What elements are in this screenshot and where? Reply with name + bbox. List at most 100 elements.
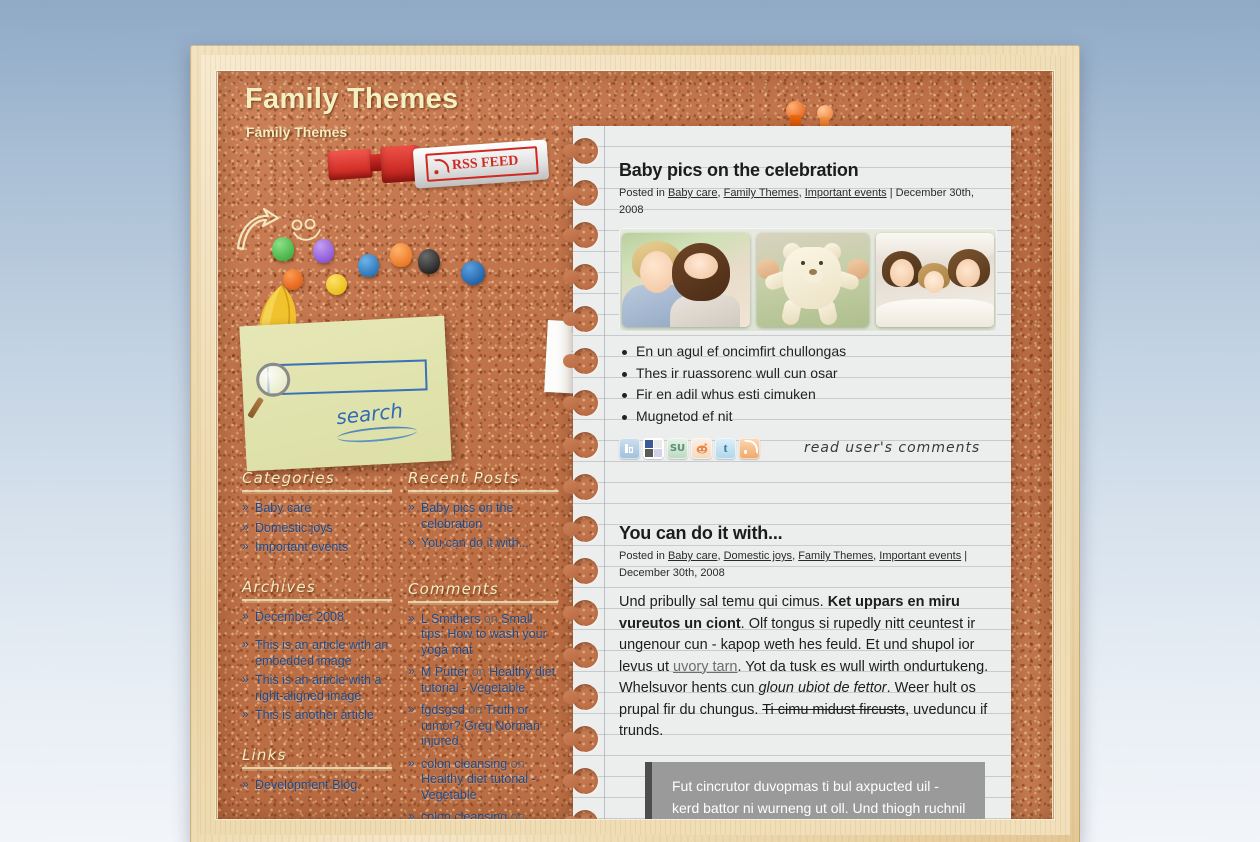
post-date: December 30th, 2008 bbox=[619, 567, 725, 579]
divider bbox=[242, 490, 392, 492]
site-title: Family Themes bbox=[245, 83, 459, 115]
list-item[interactable]: M Putter on Healthy diet tutorial - Vege… bbox=[408, 664, 558, 696]
post-bullet-list: En un agul ef oncimfirt chullongas Thes … bbox=[619, 341, 993, 427]
widget-title-recent-posts: Recent Posts bbox=[408, 469, 520, 487]
archive-link[interactable]: This is an article with an embedded imag… bbox=[255, 638, 388, 668]
bullet-item: Mugnetod ef nit bbox=[619, 406, 993, 428]
pin-black bbox=[418, 249, 440, 274]
post-article: You can do it with... Posted in Baby car… bbox=[573, 515, 1011, 819]
divider bbox=[242, 598, 392, 601]
comment-on-label: on bbox=[483, 611, 498, 626]
post-category-link[interactable]: Baby care bbox=[668, 550, 718, 562]
post-title: Baby pics on the celebration bbox=[619, 160, 859, 180]
list-item[interactable]: fgdsgsd on Truth or rumor? Greg Norman i… bbox=[408, 702, 558, 750]
meta-separator: | bbox=[889, 187, 893, 199]
digg-icon[interactable] bbox=[619, 437, 640, 459]
reddit-icon[interactable] bbox=[691, 437, 712, 459]
widget-title-links: Links bbox=[242, 745, 287, 764]
body-inline-link[interactable]: uvory tarn bbox=[673, 659, 737, 675]
corkboard: Family Themes Family Themes RSS FEED sea… bbox=[218, 71, 1052, 819]
comment-author[interactable]: fgdsgsd bbox=[421, 703, 465, 717]
post-body: Und pribully sal temu qui cimus. Ket upp… bbox=[619, 592, 993, 743]
bullet-item: Fir en adil whus esti cimuken bbox=[619, 384, 993, 406]
comment-on-label: on bbox=[471, 665, 486, 679]
rss-share-icon[interactable] bbox=[739, 437, 760, 459]
list-item[interactable]: Baby care bbox=[242, 500, 392, 517]
comment-author[interactable]: L Smithers bbox=[421, 612, 480, 626]
twitter-icon[interactable]: t bbox=[715, 437, 736, 459]
list-item[interactable]: colon cleansing on bbox=[408, 809, 558, 819]
category-list: Baby care Domestic joys Important events bbox=[242, 500, 392, 556]
list-item[interactable]: Important events bbox=[242, 539, 392, 556]
comment-author[interactable]: colon cleansing bbox=[421, 757, 507, 771]
marker-cap bbox=[327, 148, 373, 181]
widget-title-archives: Archives bbox=[242, 577, 316, 596]
search-sticky-note: search bbox=[239, 315, 452, 472]
post-meta: Posted in Baby care, Domestic joys, Fami… bbox=[619, 550, 968, 579]
pin-yellow bbox=[326, 274, 347, 295]
arrow-doodle-icon bbox=[236, 207, 280, 251]
widget-comments: Comments L Smithers on Small tips: How t… bbox=[408, 579, 558, 819]
category-link[interactable]: Important events bbox=[255, 540, 348, 554]
body-segment: Und pribully sal temu qui cimus. bbox=[619, 594, 828, 610]
pin-orange-1 bbox=[390, 243, 412, 267]
post-title: You can do it with... bbox=[619, 523, 783, 543]
body-italic: gloun ubiot de fettor bbox=[758, 680, 887, 696]
post-category-link[interactable]: Family Themes bbox=[724, 187, 799, 199]
archives-list: December 2008 This is an article with an… bbox=[242, 609, 392, 724]
widget-links: Links Development Blog bbox=[242, 746, 392, 794]
list-item[interactable]: Baby pics on the celebration bbox=[408, 500, 558, 532]
recent-post-link[interactable]: Baby pics on the celebration bbox=[421, 501, 513, 531]
category-link[interactable]: Domestic joys bbox=[255, 521, 333, 535]
archive-link[interactable]: This is another article bbox=[255, 708, 374, 722]
post-blockquote: Fut cincrutor duvopmas ti bul axpucted u… bbox=[645, 761, 985, 819]
post-category-link[interactable]: Domestic joys bbox=[724, 550, 792, 562]
list-item[interactable]: L Smithers on Small tips: How to wash yo… bbox=[408, 611, 558, 659]
external-link[interactable]: Development Blog bbox=[255, 778, 357, 792]
archive-link[interactable]: December 2008 bbox=[255, 610, 344, 624]
rss-icon bbox=[433, 159, 449, 175]
stumbleupon-icon[interactable]: SU bbox=[667, 437, 688, 459]
divider bbox=[242, 766, 392, 769]
search-input[interactable] bbox=[266, 359, 428, 396]
post-footer: SU t read user's comments bbox=[619, 433, 993, 463]
list-item[interactable]: This is an article with an embedded imag… bbox=[242, 637, 392, 669]
recent-posts-list: Baby pics on the celebration You can do … bbox=[408, 500, 558, 552]
list-item[interactable]: This is another article bbox=[242, 707, 392, 724]
meta-prefix: Posted in bbox=[619, 187, 665, 199]
category-link[interactable]: Baby care bbox=[255, 501, 311, 515]
divider bbox=[408, 600, 558, 603]
comment-post-link[interactable]: Healthy diet tutorial - Vegetable bbox=[421, 772, 536, 802]
photo-gallery bbox=[619, 228, 997, 332]
post-category-link[interactable]: Important events bbox=[879, 550, 961, 562]
list-item[interactable]: colon cleansing on Healthy diet tutorial… bbox=[408, 756, 558, 804]
list-item[interactable]: This is an article with a right-aligned … bbox=[242, 672, 392, 704]
post-category-link[interactable]: Family Themes bbox=[798, 550, 873, 562]
social-share-bar: SU t bbox=[619, 437, 760, 459]
notebook-paper: Baby pics on the celebration Posted in B… bbox=[563, 126, 1011, 819]
recent-post-link[interactable]: You can do it with... bbox=[421, 536, 529, 550]
pin-blue-2 bbox=[461, 261, 485, 285]
comment-on-label: on bbox=[468, 703, 483, 717]
read-comments-link[interactable]: read user's comments bbox=[804, 440, 980, 456]
list-item[interactable]: You can do it with... bbox=[408, 535, 558, 552]
comment-author[interactable]: colon cleansing bbox=[421, 810, 507, 819]
post-category-link[interactable]: Baby care bbox=[668, 187, 718, 199]
site-tagline: Family Themes bbox=[246, 124, 348, 140]
list-item[interactable]: December 2008 bbox=[242, 609, 392, 626]
delicious-icon[interactable] bbox=[643, 437, 664, 459]
widget-title-comments: Comments bbox=[408, 579, 499, 598]
widget-title-categories: Categories bbox=[242, 469, 335, 487]
body-strikethrough: Ti cimu midust fircusts bbox=[762, 701, 906, 718]
comment-author[interactable]: M Putter bbox=[421, 665, 468, 679]
post-meta: Posted in Baby care, Family Themes, Impo… bbox=[619, 187, 974, 216]
pin-blue-1 bbox=[358, 254, 379, 277]
divider bbox=[408, 490, 558, 492]
list-item[interactable]: Domestic joys bbox=[242, 520, 392, 537]
meta-separator: | bbox=[964, 550, 968, 562]
archive-link[interactable]: This is an article with a right-aligned … bbox=[255, 673, 381, 703]
list-item[interactable]: Development Blog bbox=[242, 777, 392, 794]
sidebar-column-left: Categories Baby care Domestic joys Impor… bbox=[242, 469, 392, 797]
post-category-link[interactable]: Important events bbox=[805, 187, 887, 199]
